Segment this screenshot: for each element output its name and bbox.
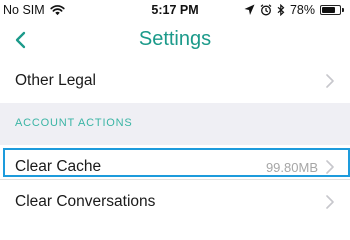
row-clear-conversations[interactable]: Clear Conversations — [0, 180, 350, 225]
chevron-right-icon — [326, 160, 334, 174]
status-right: 78% — [244, 3, 344, 17]
bluetooth-icon — [277, 4, 285, 16]
battery-fill — [322, 7, 336, 13]
page-title: Settings — [138, 28, 212, 50]
cache-size-value: 99.80MB — [265, 160, 318, 175]
row-label-clear-cache: Clear Cache — [15, 158, 102, 175]
row-label-clear-conversations: Clear Conversations — [15, 193, 156, 210]
chevron-right-icon — [326, 195, 334, 209]
battery-cap — [342, 8, 344, 12]
navigation-bar: Settings — [0, 20, 350, 60]
row-other-legal[interactable]: Other Legal — [0, 59, 350, 104]
alarm-clock-icon — [260, 4, 272, 16]
location-arrow-icon — [244, 4, 255, 15]
battery-icon — [320, 5, 344, 15]
status-bar: No SIM 5:17 PM 78% — [0, 0, 350, 20]
battery-body — [320, 5, 341, 15]
section-header-account-actions: ACCOUNT ACTIONS — [15, 117, 133, 129]
section-account-actions: ACCOUNT ACTIONS — [0, 103, 350, 145]
chevron-right-icon — [326, 74, 334, 88]
row-label-other-legal: Other Legal — [15, 72, 96, 89]
battery-percent: 78% — [289, 3, 315, 17]
